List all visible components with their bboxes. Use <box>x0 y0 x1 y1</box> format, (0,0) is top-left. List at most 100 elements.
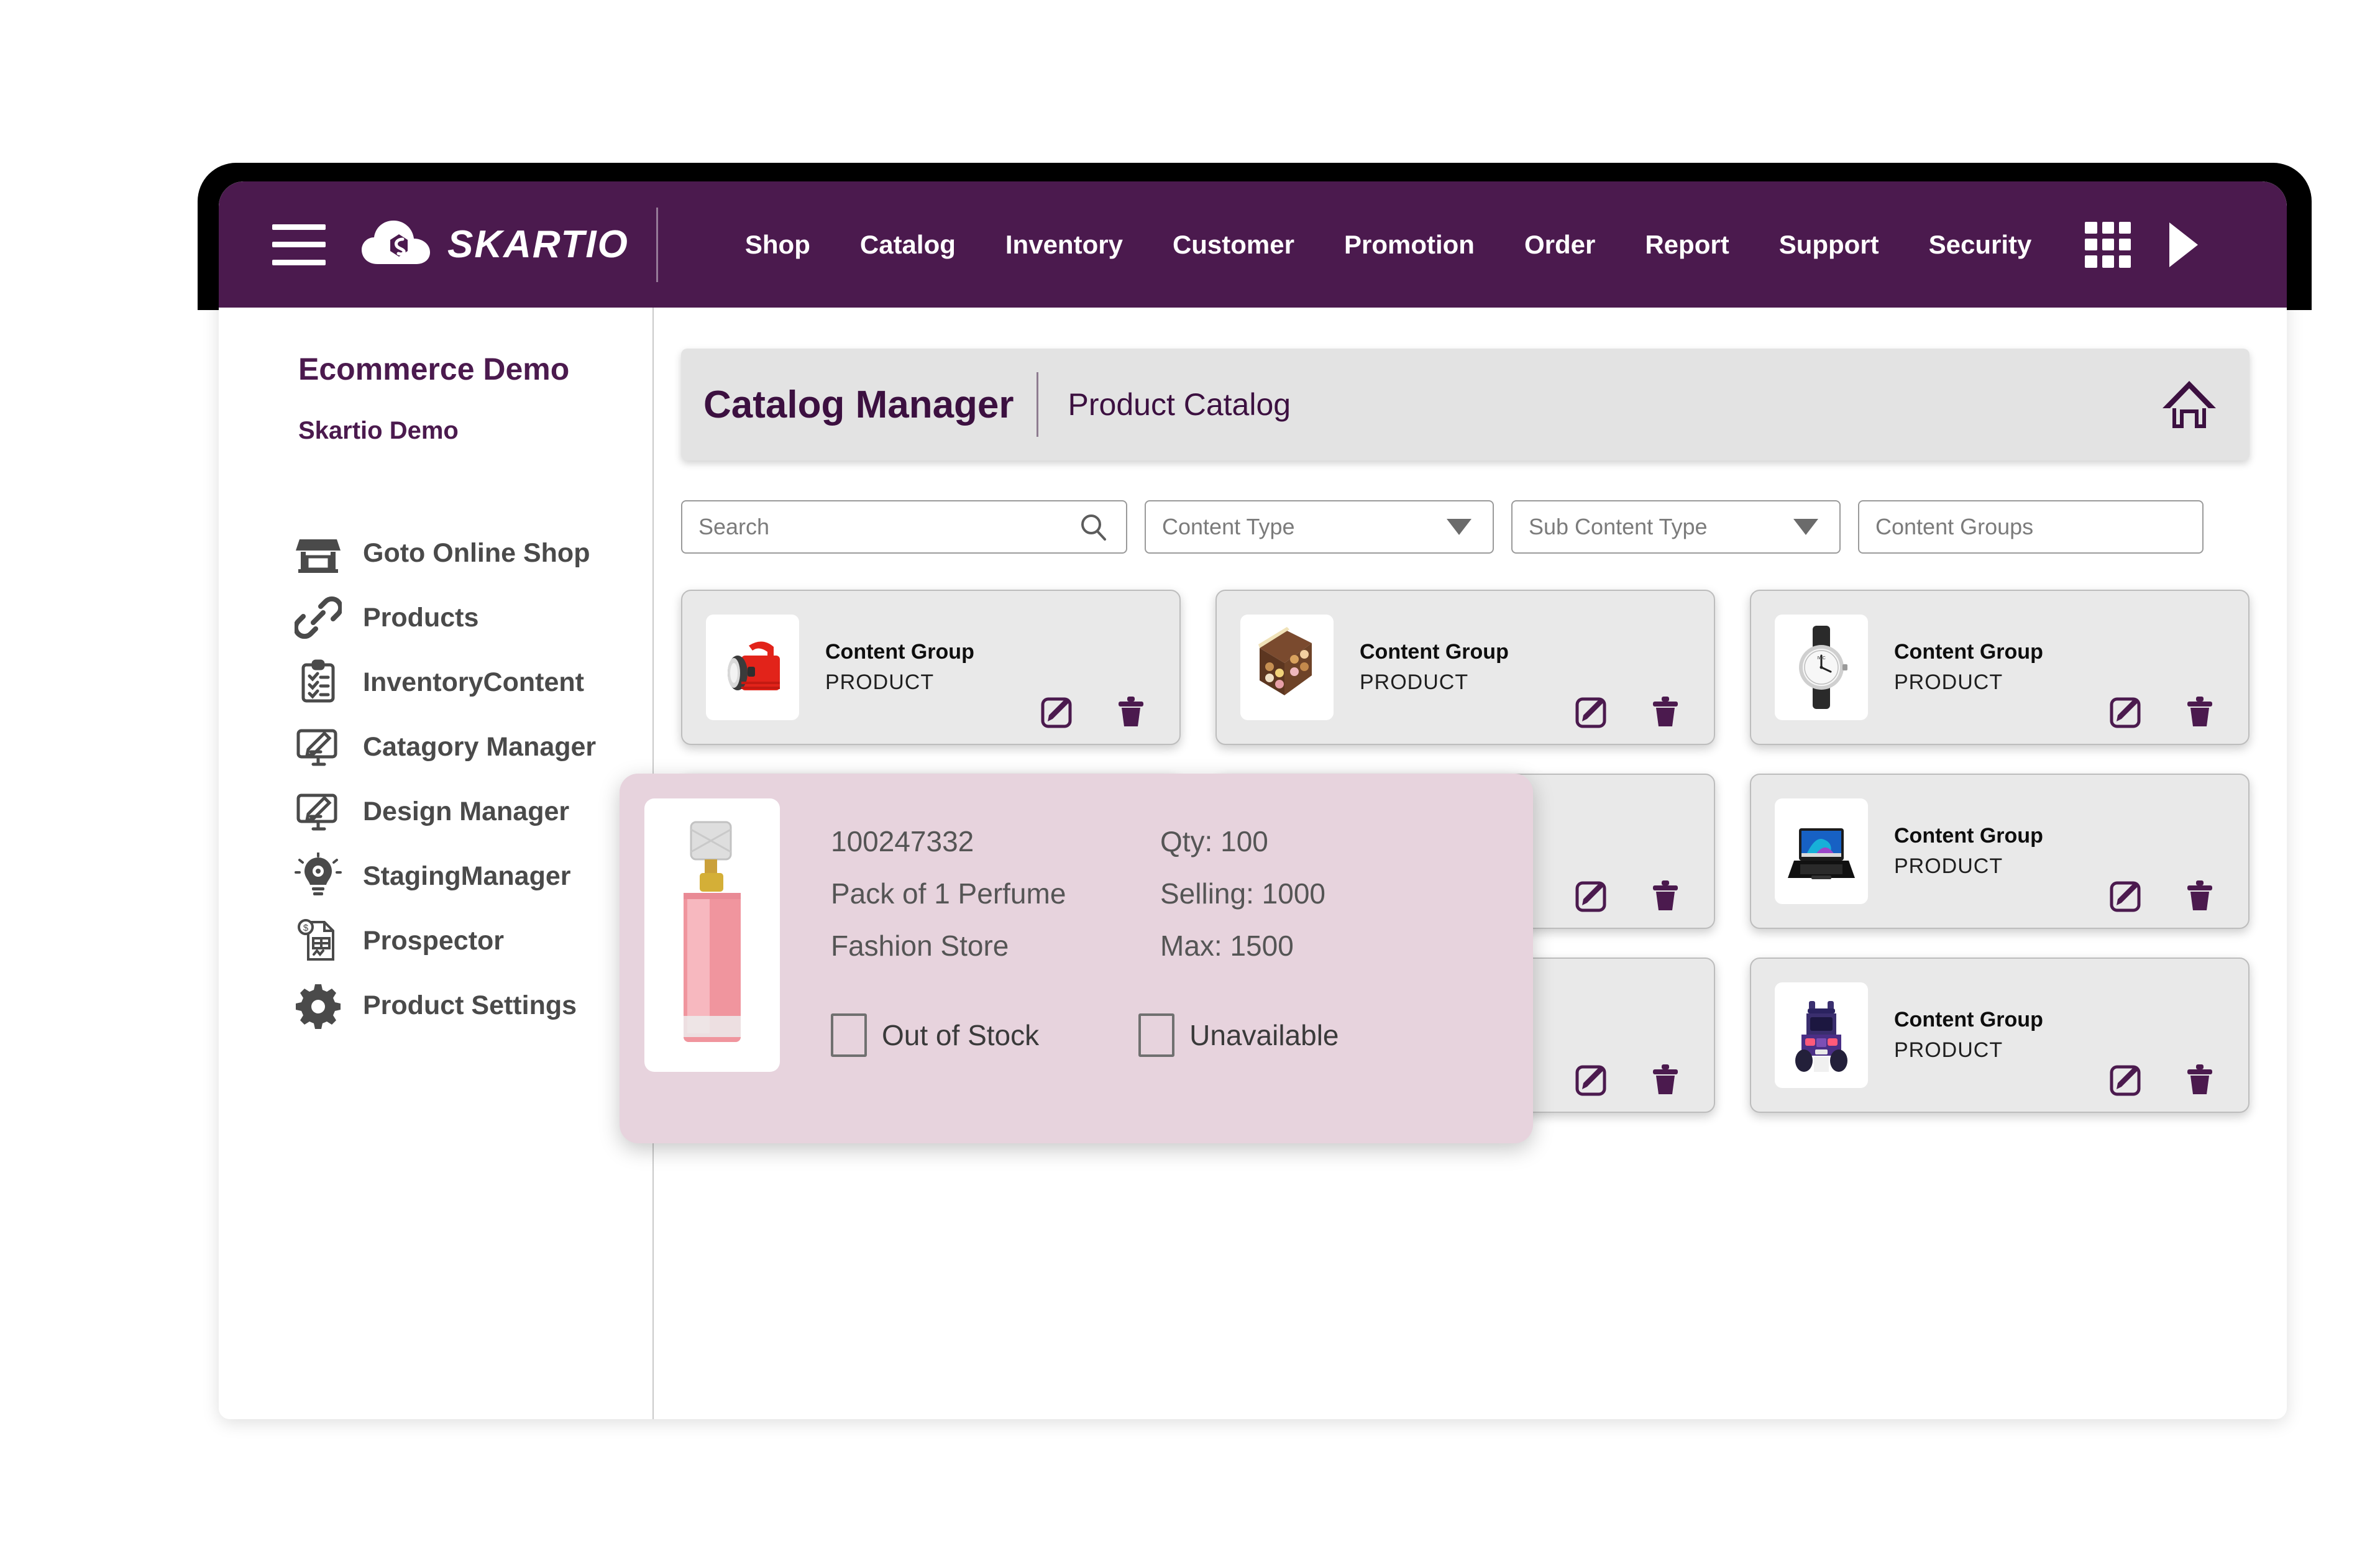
product-text: Content Group PRODUCT <box>825 640 974 695</box>
nav-item-security[interactable]: Security <box>1904 230 2057 260</box>
edit-pencil-icon[interactable] <box>2109 1062 2144 1097</box>
home-icon[interactable] <box>2161 378 2217 431</box>
popup-selling: Selling: 1000 <box>1160 877 1325 910</box>
sidebar-item-prospector[interactable]: $ Prospector <box>219 908 652 973</box>
monitor-pencil-icon <box>295 723 342 770</box>
popup-checkbox-row: Out of Stock Unavailable <box>831 1013 1506 1057</box>
nav-item-inventory[interactable]: Inventory <box>981 230 1148 260</box>
sidebar-item-inventorycontent[interactable]: InventoryContent <box>219 650 652 715</box>
header-divider <box>1036 372 1038 437</box>
edit-pencil-icon[interactable] <box>2109 694 2144 729</box>
sidebar-item-goto-online-shop[interactable]: Goto Online Shop <box>219 521 652 585</box>
popup-detail-rows: 100247332 Pack of 1 Perfume Fashion Stor… <box>831 825 1506 981</box>
nav-links: Shop Catalog Inventory Customer Promotio… <box>720 230 2057 260</box>
trash-icon[interactable] <box>1648 878 1683 913</box>
nav-icon-group <box>2085 221 2199 268</box>
product-type: PRODUCT <box>1894 670 2003 694</box>
grid-apps-icon[interactable] <box>2085 221 2131 268</box>
gear-icon <box>295 982 342 1029</box>
sidebar: Ecommerce Demo Skartio Demo Goto Online … <box>219 308 654 1419</box>
nav-item-report[interactable]: Report <box>1620 230 1754 260</box>
unavailable-checkbox[interactable]: Unavailable <box>1138 1013 1339 1057</box>
unavailable-label: Unavailable <box>1189 1019 1339 1051</box>
nav-item-order[interactable]: Order <box>1499 230 1620 260</box>
product-card[interactable]: Content Group PRODUCT <box>681 590 1181 745</box>
content-type-placeholder: Content Type <box>1162 514 1295 539</box>
card-actions <box>1575 694 1683 729</box>
content-type-select[interactable]: Content Type <box>1145 500 1494 554</box>
product-card[interactable]: Content Group PRODUCT <box>1750 774 2250 929</box>
product-group: Content Group <box>1894 1008 2043 1031</box>
popup-sku: 100247332 <box>831 825 974 857</box>
sidebar-item-design-manager[interactable]: Design Manager <box>219 779 652 844</box>
search-input[interactable]: Search <box>681 500 1127 554</box>
product-text: Content Group PRODUCT <box>1894 1008 2043 1063</box>
trash-icon[interactable] <box>2182 1062 2217 1097</box>
checkbox-box[interactable] <box>831 1013 867 1057</box>
page-title: Catalog Manager <box>703 383 1014 426</box>
product-image-laptop <box>1775 798 1868 904</box>
nav-item-shop[interactable]: Shop <box>720 230 835 260</box>
product-type: PRODUCT <box>1894 854 2003 878</box>
popup-product-image <box>644 798 780 1072</box>
product-type: PRODUCT <box>1360 670 1469 694</box>
product-text: Content Group PRODUCT <box>1894 640 2043 695</box>
sidebar-item-label: Design Manager <box>363 796 570 826</box>
chevron-down-icon[interactable] <box>1447 519 1471 535</box>
nav-item-promotion[interactable]: Promotion <box>1319 230 1499 260</box>
product-card[interactable]: Content Group PRODUCT <box>1215 590 1715 745</box>
popup-name: Pack of 1 Perfume <box>831 877 1066 910</box>
content-groups-input[interactable]: Content Groups <box>1858 500 2204 554</box>
sidebar-item-product-settings[interactable]: Product Settings <box>219 973 652 1038</box>
edit-pencil-icon[interactable] <box>2109 878 2144 913</box>
trash-icon[interactable] <box>2182 694 2217 729</box>
nav-item-support[interactable]: Support <box>1754 230 1904 260</box>
popup-left-column: 100247332 Pack of 1 Perfume Fashion Stor… <box>831 825 1160 981</box>
checkbox-box[interactable] <box>1138 1013 1175 1057</box>
trash-icon[interactable] <box>1114 694 1148 729</box>
search-placeholder: Search <box>698 514 770 539</box>
nav-item-catalog[interactable]: Catalog <box>835 230 981 260</box>
edit-pencil-icon[interactable] <box>1575 878 1609 913</box>
product-card[interactable]: Content Group PRODUCT <box>1750 958 2250 1113</box>
filter-bar: Search Content Type Sub Content Type Con… <box>681 500 2250 554</box>
edit-pencil-icon[interactable] <box>1040 694 1075 729</box>
sidebar-item-stagingmanager[interactable]: StagingManager <box>219 844 652 908</box>
popup-info: 100247332 Pack of 1 Perfume Fashion Stor… <box>780 798 1533 1143</box>
sidebar-item-label: Catagory Manager <box>363 731 597 762</box>
edit-pencil-icon[interactable] <box>1575 1062 1609 1097</box>
trash-icon[interactable] <box>1648 1062 1683 1097</box>
card-actions <box>1575 878 1683 913</box>
product-text: Content Group PRODUCT <box>1360 640 1509 695</box>
sidebar-item-catagory-manager[interactable]: Catagory Manager <box>219 715 652 779</box>
sub-content-type-select[interactable]: Sub Content Type <box>1511 500 1841 554</box>
edit-pencil-icon[interactable] <box>1575 694 1609 729</box>
sub-content-type-placeholder: Sub Content Type <box>1529 514 1708 539</box>
trash-icon[interactable] <box>2182 878 2217 913</box>
clipboard-checklist-icon <box>295 659 342 706</box>
document-dollar-icon: $ <box>295 917 342 964</box>
product-group: Content Group <box>1894 824 2043 848</box>
out-of-stock-label: Out of Stock <box>882 1019 1040 1051</box>
play-triangle-icon[interactable] <box>2169 222 2199 267</box>
brand-logo[interactable]: SKARTIO <box>360 207 658 282</box>
out-of-stock-checkbox[interactable]: Out of Stock <box>831 1013 1039 1057</box>
popup-qty: Qty: 100 <box>1160 825 1268 857</box>
sidebar-item-label: Goto Online Shop <box>363 537 590 568</box>
link-chain-icon <box>293 594 344 641</box>
hamburger-menu-icon[interactable] <box>272 224 326 265</box>
chevron-down-icon[interactable] <box>1793 519 1818 535</box>
brand-name: SKARTIO <box>447 223 629 266</box>
product-image-chocolate-box <box>1240 615 1334 720</box>
search-icon[interactable] <box>1079 513 1107 541</box>
sidebar-title: Ecommerce Demo <box>298 352 570 386</box>
svg-text:$: $ <box>303 923 309 933</box>
nav-item-customer[interactable]: Customer <box>1148 230 1319 260</box>
product-card[interactable]: IWC Content Group PRODUCT <box>1750 590 2250 745</box>
product-type: PRODUCT <box>1894 1038 2003 1062</box>
product-image-flashlight <box>706 615 799 720</box>
trash-icon[interactable] <box>1648 694 1683 729</box>
sidebar-item-products[interactable]: Products <box>219 585 652 650</box>
svg-text:IWC: IWC <box>1817 656 1826 661</box>
product-detail-popup[interactable]: 100247332 Pack of 1 Perfume Fashion Stor… <box>620 774 1533 1143</box>
